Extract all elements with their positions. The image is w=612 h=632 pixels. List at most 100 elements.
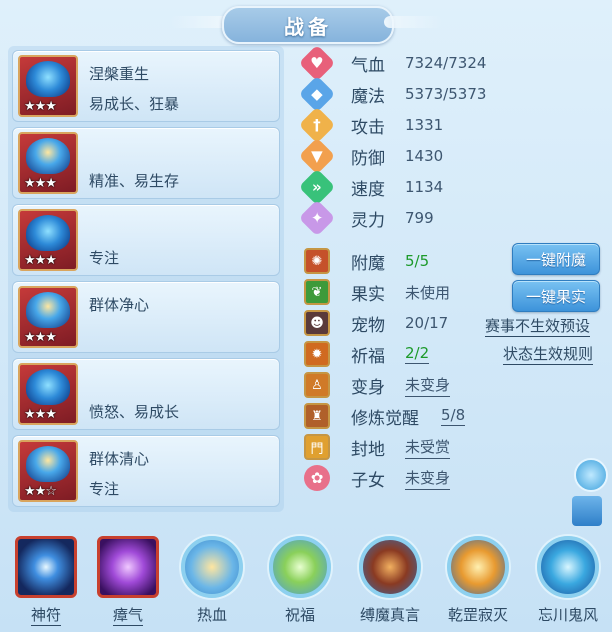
star-rating: ★★★ [24,330,57,345]
stat-mp: ◆ 魔法 5373/5373 [298,75,604,113]
stat-hp: ♥ 气血 7324/7324 [298,44,604,82]
speed-icon: » [298,168,336,206]
pet-trait-line: 精准、易生存 [89,172,180,190]
child-icon: ✿ [304,465,330,491]
fruit-icon: ❦ [304,279,330,305]
stat-value[interactable]: 未受赏 [405,436,451,459]
transform-icon: ♙ [304,372,330,398]
skill-slot[interactable]: 热血 [178,536,246,625]
star-rating: ★★★ [24,176,57,191]
event-preset-link[interactable]: 赛事不生效预设 [485,315,591,337]
attack-icon: † [298,106,336,144]
pet-trait-line: 愤怒、易成长 [89,403,180,421]
miasma-icon [97,536,159,598]
stat-value: 799 [405,209,434,227]
blessing-orb-icon [269,536,331,598]
stat-value[interactable]: 2/2 [405,344,430,364]
skill-label: 瘴气 [112,606,143,626]
stat-label: 封地 [351,439,385,460]
skill-label: 忘川鬼风 [537,606,598,624]
fief-icon: 門 [304,434,330,460]
skill-slot[interactable]: 祝福 [266,536,334,625]
page-title: 战备 [284,14,332,39]
stat-value: 5373/5373 [405,85,487,103]
pet-trait-line: 专注 [89,480,120,498]
stat-value: 1331 [405,116,444,134]
pet-skill-line: 群体清心 [89,450,150,468]
stat-value[interactable]: 未变身 [405,467,451,490]
pet-avatar-icon: ★★★ [18,132,78,194]
stat-value: 7324/7324 [405,54,487,72]
stat-value: 1430 [405,147,444,165]
pet-avatar-icon: ★★★ [18,209,78,271]
mana-icon: ◆ [298,75,336,113]
pet-skill-line: 涅槃重生 [89,65,150,83]
battle-prep-window: 战备 ★★★ 涅槃重生 易成长、狂暴 ★★★ 精准、易生存 ★★★ 专注 ★★★… [0,0,612,632]
stat-child: ✿ 子女 未变身 [304,463,604,493]
skill-label: 乾罡寂灭 [447,606,508,624]
spirit-icon: ✦ [298,199,336,237]
stat-label: 修炼觉醒 [351,408,419,429]
skill-bar: 神符 瘴气 热血 祝福 缚魔真言 乾罡寂灭 忘川鬼风 [0,522,612,632]
stat-label: 变身 [351,377,385,398]
stat-label: 宠物 [351,315,385,336]
one-click-enchant-button[interactable]: 一键附魔 [512,243,600,275]
stat-value: 5/5 [405,252,430,270]
stat-value: 20/17 [405,314,449,332]
skill-slot[interactable]: 忘川鬼风 [534,536,602,625]
ghost-wind-icon [537,536,599,598]
stat-value[interactable]: 未变身 [405,374,451,397]
stat-label: 气血 [351,55,385,76]
stat-value[interactable]: 5/8 [441,406,466,426]
stat-speed: » 速度 1134 [298,168,604,206]
one-click-fruit-button[interactable]: 一键果实 [512,280,600,312]
bind-demon-icon [359,536,421,598]
stat-attack: † 攻击 1331 [298,106,604,144]
hot-blood-icon [181,536,243,598]
skill-slot[interactable]: 神符 [12,536,80,626]
qiangang-icon [447,536,509,598]
star-rating: ★★★ [24,407,57,422]
stat-spirit: ✦ 灵力 799 [298,199,604,237]
enchant-icon: ✺ [304,248,330,274]
defense-icon: ▼ [298,137,336,175]
rune-icon [15,536,77,598]
stat-cultivation: ♜ 修炼觉醒 5/8 [304,401,604,431]
pet-avatar-icon: ★★☆ [18,440,78,502]
pet-list: ★★★ 涅槃重生 易成长、狂暴 ★★★ 精准、易生存 ★★★ 专注 ★★★ 群体… [8,46,284,512]
pet-card[interactable]: ★★★ 专注 [12,204,280,276]
pet-card[interactable]: ★★★ 精准、易生存 [12,127,280,199]
skill-slot[interactable]: 乾罡寂灭 [444,536,512,625]
stat-label: 子女 [351,470,385,491]
stat-label: 灵力 [351,210,385,231]
stat-label: 速度 [351,179,385,200]
pet-skill-line: 群体净心 [89,296,150,314]
stat-value: 未使用 [405,283,451,302]
skill-slot[interactable]: 缚魔真言 [356,536,424,625]
pet-portrait-icon: ☻ [304,310,330,336]
stat-fief: 門 封地 未受赏 [304,432,604,462]
pet-avatar-icon: ★★★ [18,286,78,348]
star-rating: ★★★ [24,253,57,268]
title-ornament-right [384,16,442,28]
cultivation-icon: ♜ [304,403,330,429]
pet-card[interactable]: ★★☆ 群体清心 专注 [12,435,280,507]
skill-slot[interactable]: 瘴气 [94,536,162,626]
star-rating: ★★☆ [24,484,57,499]
heart-icon: ♥ [298,44,336,82]
pet-avatar-icon: ★★★ [18,363,78,425]
title-banner: 战备 [222,6,394,44]
stat-value: 1134 [405,178,444,196]
pet-card[interactable]: ★★★ 群体净心 [12,281,280,353]
pet-card[interactable]: ★★★ 愤怒、易成长 [12,358,280,430]
status-rules-link[interactable]: 状态生效规则 [503,343,594,365]
refresh-icon[interactable] [574,458,608,492]
skill-label: 缚魔真言 [359,606,420,624]
pet-trait-line: 易成长、狂暴 [89,95,180,113]
skill-label: 祝福 [284,606,315,624]
pet-card[interactable]: ★★★ 涅槃重生 易成长、狂暴 [12,50,280,122]
stat-label: 防御 [351,148,385,169]
blessing-icon: ✹ [304,341,330,367]
pet-avatar-icon: ★★★ [18,55,78,117]
stat-label: 祈福 [351,346,385,367]
